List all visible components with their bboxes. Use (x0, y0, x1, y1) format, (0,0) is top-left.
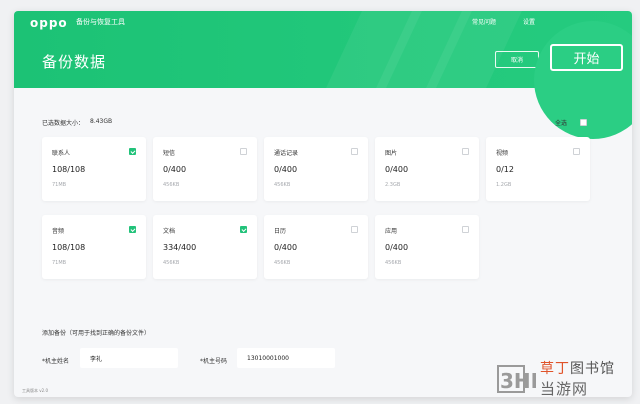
category-count: 0/12 (496, 165, 514, 174)
category-size: 456KB (274, 182, 291, 188)
category-checkbox[interactable] (240, 226, 247, 233)
owner-phone-label: *机主号码 (200, 358, 228, 365)
category-size: 456KB (274, 260, 291, 266)
category-card-videos[interactable]: 视频 0/12 1.2GB (486, 137, 590, 201)
category-size: 2.3GB (385, 182, 401, 188)
watermark-logo-icon: 3HE (497, 365, 536, 393)
category-size: 456KB (163, 182, 180, 188)
category-checkbox[interactable] (129, 226, 136, 233)
category-name: 日历 (274, 228, 287, 235)
category-count: 0/400 (385, 243, 409, 252)
category-checkbox[interactable] (351, 226, 358, 233)
category-checkbox[interactable] (240, 148, 247, 155)
category-name: 应用 (385, 228, 398, 235)
category-checkbox[interactable] (351, 148, 358, 155)
category-count: 0/400 (274, 165, 298, 174)
category-card-calendar[interactable]: 日历 0/400 456KB (264, 215, 368, 279)
category-checkbox[interactable] (573, 148, 580, 155)
category-card-audio[interactable]: 音频 108/108 71MB (42, 215, 146, 279)
select-all-checkbox[interactable] (580, 119, 588, 126)
category-card-sms[interactable]: 短信 0/400 456KB (153, 137, 257, 201)
category-card-documents[interactable]: 文档 334/400 456KB (153, 215, 257, 279)
category-size: 71MB (52, 260, 67, 266)
select-all[interactable]: 全选 (555, 118, 588, 127)
watermark-rest: 图书馆 (570, 361, 615, 377)
owner-phone-input[interactable]: 13010001000 (237, 348, 335, 368)
cancel-button[interactable]: 取消 (495, 51, 539, 68)
category-name: 联系人 (52, 150, 71, 157)
main-content: 已选数据大小： 8.43GB 全选 联系人 108/108 71MB 短信 0/… (14, 88, 632, 397)
selected-size: 已选数据大小： 8.43GB (42, 118, 112, 127)
category-name: 文档 (163, 228, 176, 235)
top-links: 常见问题 设置 (472, 17, 535, 26)
app-title: 备份与恢复工具 (76, 18, 125, 26)
category-checkbox[interactable] (462, 148, 469, 155)
category-count: 0/400 (274, 243, 298, 252)
selected-size-label: 已选数据大小： (42, 120, 85, 127)
category-count: 108/108 (52, 243, 86, 252)
category-size: 456KB (163, 260, 180, 266)
category-size: 456KB (385, 260, 402, 266)
settings-link[interactable]: 设置 (523, 17, 535, 26)
oppo-logo: oppo (30, 16, 68, 30)
watermark-logo-text: 3HE (500, 369, 536, 393)
faq-link[interactable]: 常见问题 (472, 17, 496, 26)
category-name: 音频 (52, 228, 65, 235)
category-card-photos[interactable]: 图片 0/400 2.3GB (375, 137, 479, 201)
watermark-accent: 草丁 (540, 361, 570, 377)
watermark-line1: 草丁图书馆 (540, 358, 615, 378)
category-card-apps[interactable]: 应用 0/400 456KB (375, 215, 479, 279)
category-count: 108/108 (52, 165, 86, 174)
category-count: 334/400 (163, 243, 197, 252)
category-count: 0/400 (385, 165, 409, 174)
start-button[interactable]: 开始 (550, 44, 623, 71)
category-name: 视频 (496, 150, 509, 157)
owner-name-input[interactable]: 李礼 (80, 348, 178, 368)
select-all-label: 全选 (555, 120, 568, 127)
watermark-site-name: 当游网 (540, 380, 589, 398)
category-card-call-log[interactable]: 通话记录 0/400 456KB (264, 137, 368, 201)
category-card-contacts[interactable]: 联系人 108/108 71MB (42, 137, 146, 201)
category-checkbox[interactable] (462, 226, 469, 233)
selected-size-value: 8.43GB (90, 118, 113, 125)
watermark-line2: 当游网 (540, 378, 588, 399)
page-title: 备份数据 (42, 53, 107, 71)
site-watermark: 3HE 草丁图书馆 当游网 (496, 356, 634, 400)
category-size: 1.2GB (496, 182, 512, 188)
category-checkbox[interactable] (129, 148, 136, 155)
category-name: 图片 (385, 150, 398, 157)
version-text: 工具版本 v2.0 (22, 388, 48, 393)
app-window: oppo 备份与恢复工具 常见问题 设置 备份数据 取消 开始 已选数据大小： … (14, 11, 632, 397)
add-backup-label: 添加备份（可用于找到正确的备份文件） (42, 330, 151, 337)
owner-name-label: *机主姓名 (42, 358, 70, 365)
category-name: 短信 (163, 150, 176, 157)
category-count: 0/400 (163, 165, 187, 174)
category-size: 71MB (52, 182, 67, 188)
category-name: 通话记录 (274, 150, 299, 157)
